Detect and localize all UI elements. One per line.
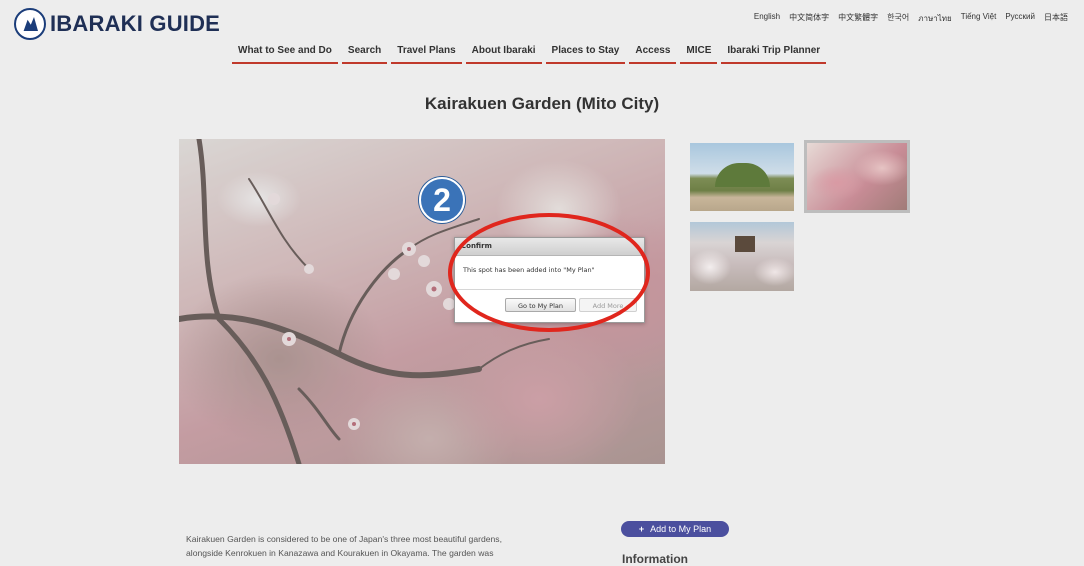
lang-japanese[interactable]: 日本語	[1044, 12, 1068, 25]
step-badge: 2	[419, 177, 465, 223]
site-logo[interactable]: IBARAKI GUIDE	[14, 8, 220, 40]
lang-chinese-traditional[interactable]: 中文繁體字	[838, 12, 878, 25]
nav-what-to-see[interactable]: What to See and Do	[232, 45, 338, 64]
lang-thai[interactable]: ภาษาไทย	[918, 12, 952, 25]
lang-korean[interactable]: 한국어	[887, 12, 909, 25]
thumbnail-pavilion-blossoms[interactable]	[690, 222, 794, 291]
nav-search[interactable]: Search	[341, 45, 388, 64]
nav-about-ibaraki[interactable]: About Ibaraki	[465, 45, 542, 64]
nav-trip-planner[interactable]: Ibaraki Trip Planner	[721, 45, 827, 64]
lang-vietnamese[interactable]: Tiếng Việt	[961, 12, 997, 25]
thumbnail-plum-blossom-selected[interactable]	[804, 140, 910, 213]
plus-icon: +	[638, 524, 645, 534]
page-title: Kairakuen Garden (Mito City)	[424, 94, 660, 113]
nav-travel-plans[interactable]: Travel Plans	[391, 45, 462, 64]
nav-places-to-stay[interactable]: Places to Stay	[545, 45, 626, 64]
ibaraki-emblem-icon	[14, 8, 46, 40]
language-switcher: English 中文简体字 中文繁體字 한국어 ภาษาไทย Tiếng Vi…	[754, 12, 1068, 25]
lang-chinese-simplified[interactable]: 中文简体字	[789, 12, 829, 25]
add-to-my-plan-button[interactable]: + Add to My Plan	[621, 521, 729, 537]
thumbnail-hill-view[interactable]	[690, 143, 794, 211]
main-nav: What to See and Do Search Travel Plans A…	[232, 45, 830, 64]
description-line: Kairakuen Garden is considered to be one…	[186, 534, 502, 544]
nav-access[interactable]: Access	[629, 45, 677, 64]
lang-english[interactable]: English	[754, 12, 780, 25]
highlight-ring	[448, 213, 650, 332]
logo-text: IBARAKI GUIDE	[50, 11, 221, 36]
description-text: Kairakuen Garden is considered to be one…	[186, 532, 586, 560]
description-line: alongside Kenrokuen in Kanazawa and Kour…	[186, 548, 494, 558]
lang-russian[interactable]: Русский	[1005, 12, 1035, 25]
add-to-my-plan-label: Add to My Plan	[650, 524, 712, 534]
information-heading: Information	[622, 552, 688, 566]
nav-mice[interactable]: MICE	[680, 45, 718, 64]
